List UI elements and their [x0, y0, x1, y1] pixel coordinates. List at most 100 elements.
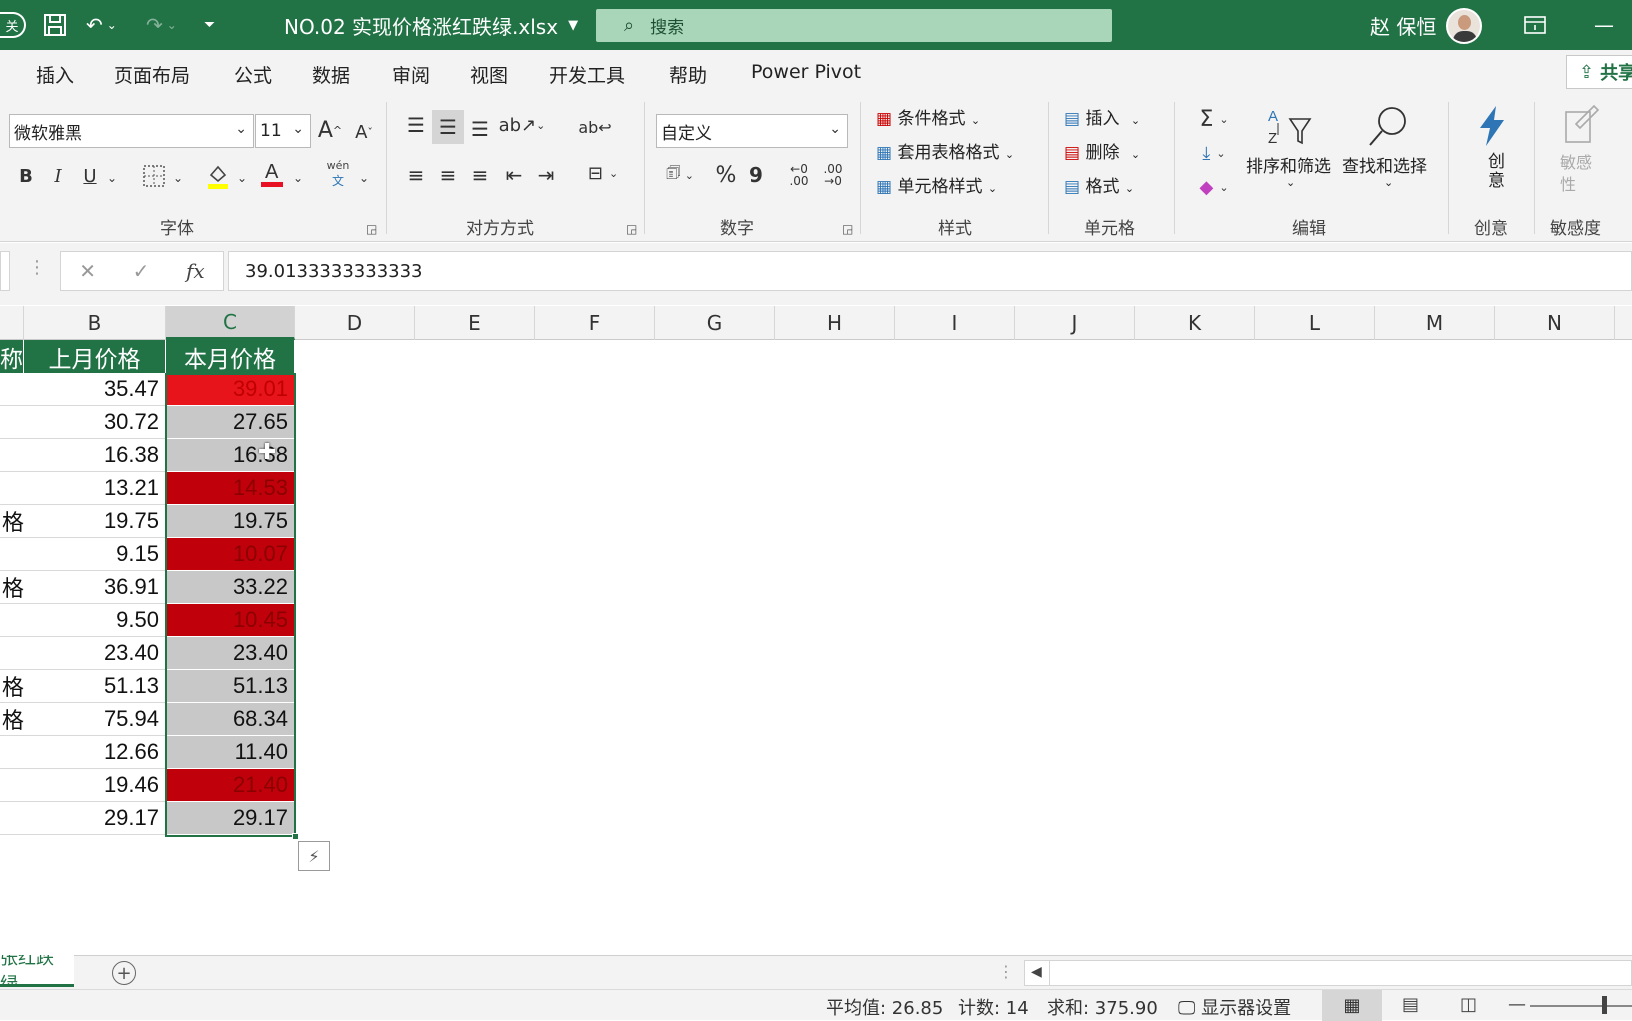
- cell-this-month-price[interactable]: 10.45: [166, 604, 295, 637]
- save-icon[interactable]: [42, 10, 68, 40]
- cell-this-month-price[interactable]: 10.07: [166, 538, 295, 571]
- underline-button[interactable]: U: [78, 160, 102, 192]
- align-center-icon[interactable]: ≡: [434, 160, 462, 190]
- bold-button[interactable]: B: [14, 160, 38, 192]
- enter-icon[interactable]: ✓: [133, 259, 150, 283]
- insert-function-icon[interactable]: fx: [186, 259, 205, 283]
- font-name-select[interactable]: 微软雅黑 ⌄: [9, 114, 254, 148]
- display-settings-button[interactable]: 🖵 显示器设置: [1178, 994, 1291, 1020]
- user-name[interactable]: 赵 保恒: [1370, 10, 1436, 40]
- column-header-g[interactable]: G: [655, 306, 775, 340]
- fill-color-icon[interactable]: [204, 160, 232, 192]
- cell-this-month-price[interactable]: 21.40: [166, 769, 295, 802]
- cancel-icon[interactable]: ✕: [79, 259, 96, 283]
- cell-last-month-price[interactable]: 16.38: [24, 439, 166, 472]
- column-header-n[interactable]: N: [1495, 306, 1615, 340]
- search-input[interactable]: ⌕ 搜索: [596, 9, 1112, 42]
- accounting-format-icon[interactable]: 🗊 ⌄: [656, 160, 704, 190]
- add-sheet-icon[interactable]: +: [112, 961, 136, 985]
- borders-dropdown-icon[interactable]: ⌄: [170, 162, 186, 194]
- tab-split-grip-icon[interactable]: ⋮: [998, 962, 1014, 981]
- cell-a[interactable]: [0, 604, 24, 637]
- name-box[interactable]: [0, 251, 10, 291]
- cell-a[interactable]: [0, 472, 24, 505]
- italic-button[interactable]: I: [46, 160, 70, 192]
- find-select-dropdown-icon[interactable]: ⌄: [1384, 176, 1393, 189]
- column-header-d[interactable]: D: [295, 306, 415, 340]
- undo-icon[interactable]: ↶ ⌄: [86, 10, 117, 40]
- cell-last-month-price[interactable]: 29.17: [24, 802, 166, 835]
- zoom-out-icon[interactable]: —: [1508, 994, 1526, 1015]
- autosum-icon[interactable]: Σ ⌄: [1190, 104, 1238, 134]
- tab-page-layout[interactable]: 页面布局: [114, 61, 190, 88]
- cell-last-month-price[interactable]: 13.21: [24, 472, 166, 505]
- cell-last-month-price[interactable]: 36.91: [24, 571, 166, 604]
- tab-view[interactable]: 视图: [470, 61, 508, 88]
- underline-dropdown-icon[interactable]: ⌄: [104, 162, 120, 194]
- cell-a[interactable]: 格: [0, 670, 24, 703]
- page-layout-view-icon[interactable]: ▤: [1402, 994, 1419, 1015]
- zoom-slider-thumb[interactable]: [1602, 996, 1607, 1014]
- cell-last-month-price[interactable]: 9.15: [24, 538, 166, 571]
- cell-a[interactable]: 格: [0, 703, 24, 736]
- align-right-icon[interactable]: ≡: [466, 160, 494, 190]
- cell-a[interactable]: [0, 538, 24, 571]
- cell-this-month-price[interactable]: 33.22: [166, 571, 295, 604]
- sort-filter-dropdown-icon[interactable]: ⌄: [1286, 176, 1295, 189]
- tab-power-pivot[interactable]: Power Pivot: [751, 61, 861, 83]
- cell-this-month-price[interactable]: 29.17: [166, 802, 295, 835]
- borders-icon[interactable]: [140, 160, 168, 192]
- fill-color-dropdown-icon[interactable]: ⌄: [234, 162, 250, 194]
- fill-handle[interactable]: [292, 833, 299, 840]
- formula-input[interactable]: 39.0133333333333: [228, 251, 1632, 291]
- horizontal-scrollbar[interactable]: ◀: [1024, 960, 1632, 986]
- phonetic-guide-button[interactable]: wén 文: [324, 158, 352, 190]
- header-cell-a[interactable]: 称: [0, 340, 24, 373]
- sort-filter-button[interactable]: 排序和筛选: [1246, 152, 1331, 177]
- column-header-i[interactable]: I: [895, 306, 1015, 340]
- cell-last-month-price[interactable]: 75.94: [24, 703, 166, 736]
- cell-last-month-price[interactable]: 35.47: [24, 373, 166, 406]
- cell-last-month-price[interactable]: 30.72: [24, 406, 166, 439]
- column-header-c[interactable]: C: [166, 306, 295, 340]
- ribbon-display-options-icon[interactable]: [1524, 10, 1546, 40]
- alignment-dialog-launcher-icon[interactable]: ◲: [626, 222, 637, 236]
- percent-style-button[interactable]: %: [712, 160, 740, 190]
- column-header-a[interactable]: [0, 306, 24, 340]
- worksheet-grid[interactable]: 称 上月价格 本月价格 35.47 39.01 30.72 27.65 16.38 16.…: [0, 340, 1632, 955]
- comma-style-button[interactable]: 9: [744, 160, 768, 190]
- number-format-select[interactable]: 自定义 ⌄: [656, 114, 848, 148]
- font-color-icon[interactable]: A: [258, 158, 286, 190]
- avatar[interactable]: [1446, 8, 1482, 44]
- cell-this-month-price[interactable]: 11.40: [166, 736, 295, 769]
- cell-last-month-price[interactable]: 23.40: [24, 637, 166, 670]
- normal-view-icon[interactable]: ▦: [1322, 990, 1382, 1021]
- align-middle-icon[interactable]: ☰: [432, 110, 464, 144]
- customize-quick-access-icon[interactable]: ⏷: [204, 10, 215, 40]
- font-color-dropdown-icon[interactable]: ⌄: [290, 162, 306, 194]
- cell-a[interactable]: [0, 769, 24, 802]
- column-header-j[interactable]: J: [1015, 306, 1135, 340]
- cell-this-month-price[interactable]: 14.53: [166, 472, 295, 505]
- cell-a[interactable]: [0, 373, 24, 406]
- orientation-icon[interactable]: ab↗ ⌄: [499, 110, 546, 140]
- cell-last-month-price[interactable]: 12.66: [24, 736, 166, 769]
- header-cell-c[interactable]: 本月价格: [166, 340, 295, 373]
- scroll-left-icon[interactable]: ◀: [1031, 964, 1042, 980]
- align-left-icon[interactable]: ≡: [402, 160, 430, 190]
- autosave-toggle[interactable]: 关: [0, 12, 26, 38]
- shrink-font-button[interactable]: Aˇ: [350, 116, 378, 148]
- cell-last-month-price[interactable]: 51.13: [24, 670, 166, 703]
- cell-a[interactable]: 格: [0, 571, 24, 604]
- phonetic-dropdown-icon[interactable]: ⌄: [356, 162, 372, 194]
- font-size-select[interactable]: 11 ⌄: [255, 114, 311, 148]
- sheet-tab[interactable]: 张红跌绿: [0, 955, 74, 987]
- cell-styles-button[interactable]: ▦ 单元格样式 ⌄: [876, 172, 997, 197]
- header-cell-b[interactable]: 上月价格: [24, 340, 166, 373]
- minimize-icon[interactable]: —: [1594, 10, 1614, 40]
- increase-decimal-button[interactable]: ←0.00: [784, 160, 814, 190]
- cell-last-month-price[interactable]: 19.75: [24, 505, 166, 538]
- redo-icon[interactable]: ↷ ⌄: [146, 10, 177, 40]
- page-break-view-icon[interactable]: ◫: [1460, 994, 1477, 1015]
- increase-indent-icon[interactable]: ⇥: [532, 160, 560, 190]
